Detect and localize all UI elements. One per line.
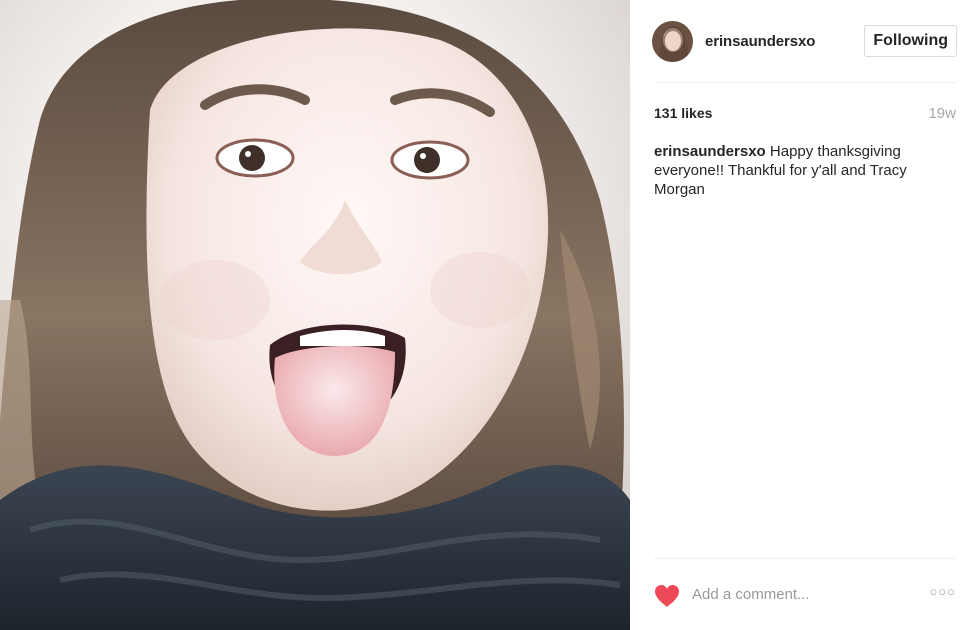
post-footer: ○○○ [654,558,956,630]
heart-icon[interactable] [654,584,680,608]
caption-username-link[interactable]: erinsaundersxo [654,143,766,160]
likes-count[interactable]: 131 likes [654,105,712,121]
comment-input[interactable] [692,586,912,603]
post-photo[interactable] [0,0,630,630]
avatar-image [652,20,693,62]
username-link[interactable]: erinsaundersxo [705,33,815,50]
post-container: erinsaundersxo Following 131 likes 19w e… [0,0,980,630]
post-stats: 131 likes 19w [654,102,956,124]
selfie-image [0,0,630,630]
following-button[interactable]: Following [864,25,957,57]
post-header: erinsaundersxo Following [652,0,957,83]
more-options-icon[interactable]: ○○○ [929,584,956,599]
post-age[interactable]: 19w [928,105,956,122]
post-details-panel: erinsaundersxo Following 131 likes 19w e… [630,0,980,630]
post-caption: erinsaundersxo Happy thanksgiving everyo… [654,142,944,199]
avatar[interactable] [652,20,693,62]
